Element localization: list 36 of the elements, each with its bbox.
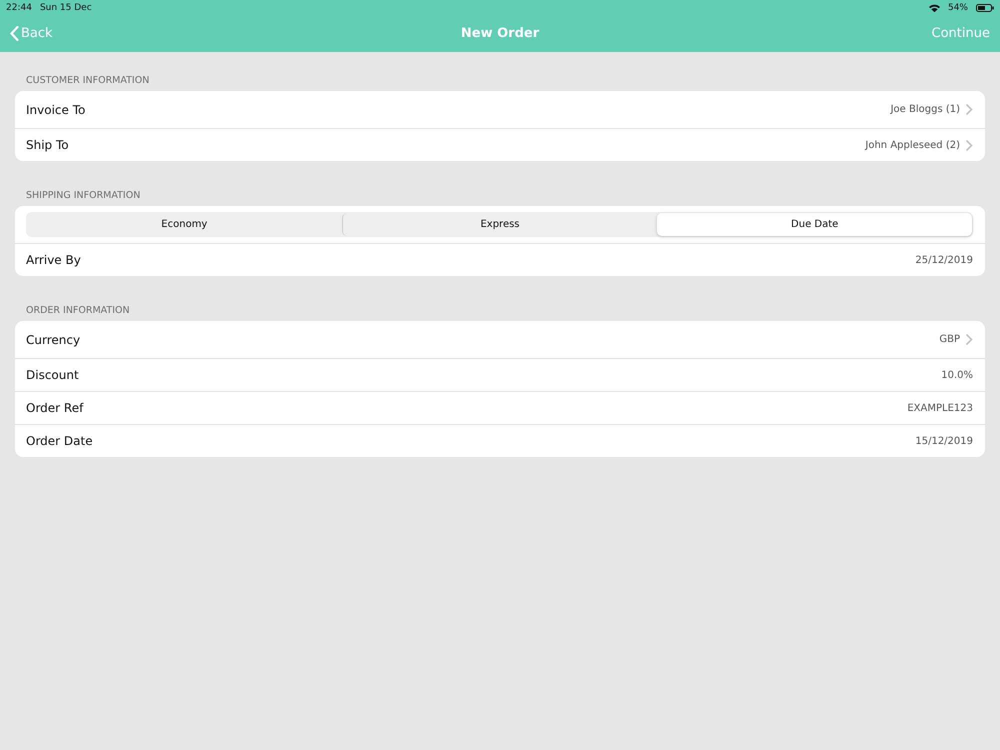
list-row[interactable]: Order Date 15/12/2019 <box>15 424 985 457</box>
list-row[interactable]: Arrive By 25/12/2019 <box>15 243 985 276</box>
segment-tab[interactable]: Economy <box>27 213 342 236</box>
row-value: John Appleseed (2) <box>865 140 960 150</box>
chevron-icon <box>966 104 973 115</box>
wifi-icon <box>928 4 940 12</box>
row-label: Invoice To <box>26 102 86 116</box>
status-time: 22:44 <box>6 2 32 12</box>
list-row[interactable]: Invoice To Joe Bloggs (1) <box>15 91 985 128</box>
row-label: Order Date <box>26 434 94 448</box>
list-row[interactable]: Discount 10.0% <box>15 358 985 391</box>
battery-percentage: 54% <box>948 2 968 12</box>
row-label: Order Ref <box>26 401 85 415</box>
status-date: Sun 15 Dec <box>40 2 92 12</box>
row-value: Joe Bloggs (1) <box>890 104 960 115</box>
list-row[interactable]: Order Ref EXAMPLE123 <box>15 391 985 424</box>
section-header: ORDER INFORMATION <box>25 304 131 318</box>
row-value: EXAMPLE123 <box>907 402 973 414</box>
list-row[interactable]: Currency GBP <box>15 321 985 358</box>
row-value: 10.0% <box>941 370 973 380</box>
list-row[interactable]: Ship To John Appleseed (2) <box>15 128 985 161</box>
row-value: 15/12/2019 <box>915 436 973 446</box>
battery-icon <box>976 4 994 12</box>
row-label: Arrive By <box>26 253 82 267</box>
section-header: CUSTOMER INFORMATION <box>25 74 150 88</box>
row-label: Ship To <box>26 138 70 152</box>
chevron-icon <box>966 140 973 150</box>
nav-title: New Order <box>460 26 540 41</box>
segment-tab[interactable]: Due Date <box>657 213 972 236</box>
row-label: Discount <box>26 368 80 382</box>
row-label: Currency <box>26 332 82 346</box>
row-value: GBP <box>939 334 960 345</box>
row-value: 25/12/2019 <box>915 254 973 266</box>
back-chevron-icon <box>10 26 19 41</box>
section-header: SHIPPING INFORMATION <box>25 189 142 203</box>
chevron-icon <box>966 334 973 345</box>
